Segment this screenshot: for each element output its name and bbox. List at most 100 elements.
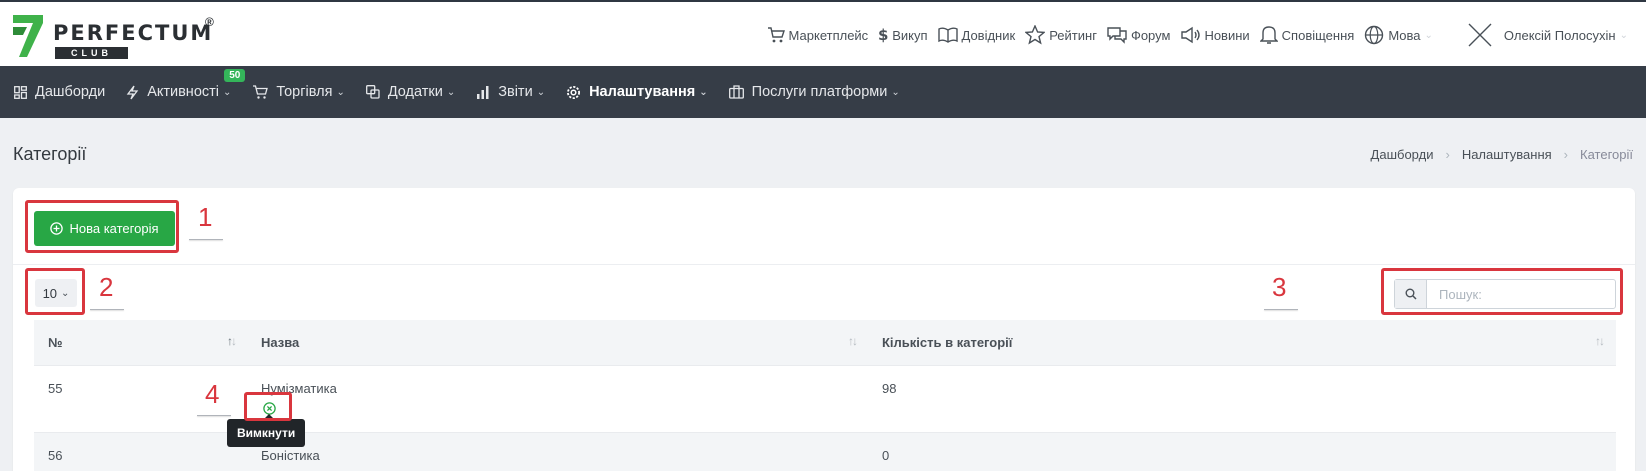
brand-sub: CLUB [55, 47, 128, 59]
mainnav-label: Налаштування [589, 84, 696, 100]
disable-tooltip: Вимкнути [227, 414, 306, 447]
megaphone-icon [1181, 26, 1201, 44]
mainnav-label: Торгівля [276, 84, 333, 100]
chevron-down-icon: ⌄ [1424, 29, 1433, 41]
lightning-icon [126, 85, 139, 99]
mainnav-trade[interactable]: Торгівля ⌄ [252, 84, 345, 100]
breadcrumb-item-dashboards[interactable]: Дашборди [1371, 147, 1434, 162]
briefcase-icon [728, 85, 744, 99]
topnav-notifications[interactable]: Сповіщення [1259, 25, 1355, 45]
topnav-news[interactable]: Новини [1180, 26, 1250, 44]
topnav-label: Мова [1388, 27, 1421, 43]
topnav-buyback[interactable]: $ Викуп [878, 26, 927, 44]
mainnav-activities[interactable]: Активності 50 ⌄ [126, 69, 246, 100]
cell-number: 56 [48, 448, 63, 463]
chevron-down-icon: ⌄ [891, 86, 900, 98]
topnav-handbook[interactable]: Довідник [937, 26, 1016, 44]
breadcrumb-item-current: Категорії [1580, 147, 1633, 162]
cell-count: 98 [882, 381, 897, 396]
annotation-underline [197, 415, 231, 416]
logo-mark-icon [13, 15, 43, 57]
mainnav-label: Додатки [387, 84, 443, 100]
chevron-right-icon: › [1445, 147, 1450, 162]
topnav-label: Форум [1130, 27, 1171, 43]
column-header-name[interactable]: Назва [261, 335, 299, 350]
page-title: Категорії [13, 144, 87, 164]
mainnav-addons[interactable]: Додатки ⌄ [365, 84, 456, 100]
categories-card: Нова категорія 10 ⌄ № ↑↓ Назва ↑↓ Кількі… [13, 188, 1635, 471]
annotation-underline [1264, 309, 1298, 310]
mainnav-reports[interactable]: Звіти ⌄ [476, 84, 545, 100]
annotation-number-3: 3 [1272, 272, 1287, 302]
annotation-underline [90, 309, 124, 310]
annotation-box-1 [25, 200, 179, 253]
globe-icon [1365, 25, 1384, 45]
cell-number: 55 [48, 381, 63, 396]
topnav-label: Викуп [892, 27, 928, 43]
mainnav-label: Послуги платформи [751, 84, 888, 100]
bell-icon [1259, 26, 1278, 44]
cart-icon [253, 84, 269, 99]
chevron-down-icon: ⌄ [336, 86, 345, 98]
topnav-rating[interactable]: Рейтинг [1025, 25, 1097, 45]
bar-chart-icon [477, 85, 489, 99]
cell-name: Боністика [261, 448, 320, 463]
topnav-label: Довідник [961, 27, 1016, 43]
topnav-forum[interactable]: Форум [1107, 26, 1171, 44]
brand-name: PERFECTUM [53, 21, 214, 45]
chevron-down-icon: ⌄ [1619, 29, 1628, 41]
registered-mark: ® [205, 15, 214, 29]
cart-icon [767, 27, 785, 43]
main-nav: Дашборди Активності 50 ⌄ Торгівля ⌄ Дода… [0, 66, 1646, 118]
top-nav: Маркетплейс $ Викуп Довідник Рейтинг Фор… [767, 4, 1646, 66]
sort-icon[interactable]: ↑↓ [1595, 334, 1605, 348]
annotation-box-2 [25, 268, 85, 315]
mainnav-settings[interactable]: Налаштування ⌄ [566, 84, 708, 100]
annotation-box-3 [1381, 268, 1623, 315]
annotation-number-4: 4 [205, 379, 220, 409]
sort-icon[interactable]: ↑↓ [848, 334, 858, 348]
mainnav-platform-services[interactable]: Послуги платформи ⌄ [728, 84, 900, 100]
chevron-down-icon: ⌄ [536, 86, 546, 98]
svg-text:$: $ [878, 26, 888, 44]
avatar [1468, 23, 1492, 47]
breadcrumb-item-settings[interactable]: Налаштування [1462, 147, 1552, 162]
annotation-underline [189, 239, 223, 240]
breadcrumb: Дашборди › Налаштування › Категорії [1371, 147, 1633, 162]
gear-icon [567, 85, 581, 99]
activities-badge: 50 [224, 69, 246, 82]
chevron-down-icon: ⌄ [446, 86, 456, 98]
topnav-language[interactable]: Мова ⌄ [1364, 25, 1433, 45]
user-menu[interactable]: Олексій Полосухін ⌄ [1468, 23, 1628, 47]
top-header: PERFECTUM ® CLUB Маркетплейс $ Викуп Дов… [0, 0, 1646, 66]
chevron-down-icon: ⌄ [699, 86, 708, 98]
annotation-number-2: 2 [99, 272, 114, 302]
copy-icon [365, 85, 380, 99]
column-header-number[interactable]: № [48, 335, 63, 350]
mainnav-label: Звіти [498, 84, 533, 100]
chevron-down-icon: ⌄ [223, 86, 232, 98]
mainnav-dashboards[interactable]: Дашборди [14, 84, 105, 100]
divider [13, 264, 1635, 265]
topnav-label: Сповіщення [1281, 27, 1355, 43]
dollar-icon: $ [878, 26, 888, 44]
star-icon [1025, 25, 1046, 45]
annotation-box-4 [244, 392, 292, 421]
mainnav-label: Дашборди [35, 84, 106, 100]
column-header-count[interactable]: Кількість в категорії [882, 335, 1012, 350]
topnav-marketplace[interactable]: Маркетплейс [767, 26, 869, 44]
annotation-number-1: 1 [198, 202, 213, 232]
book-icon [937, 27, 958, 43]
topnav-label: Новини [1204, 27, 1250, 43]
chat-icon [1107, 27, 1127, 44]
dashboard-icon [14, 85, 27, 99]
logo[interactable]: PERFECTUM ® CLUB [13, 15, 223, 59]
mainnav-label: Активності [147, 84, 219, 100]
topnav-label: Рейтинг [1049, 27, 1097, 43]
sort-asc-icon[interactable]: ↑↓ [227, 334, 237, 348]
user-name: Олексій Полосухін [1503, 27, 1616, 43]
chevron-right-icon: › [1563, 147, 1569, 162]
cell-count: 0 [882, 448, 890, 463]
topnav-label: Маркетплейс [788, 27, 869, 43]
table-header: № ↑↓ Назва ↑↓ Кількість в категорії ↑↓ [34, 320, 1616, 366]
